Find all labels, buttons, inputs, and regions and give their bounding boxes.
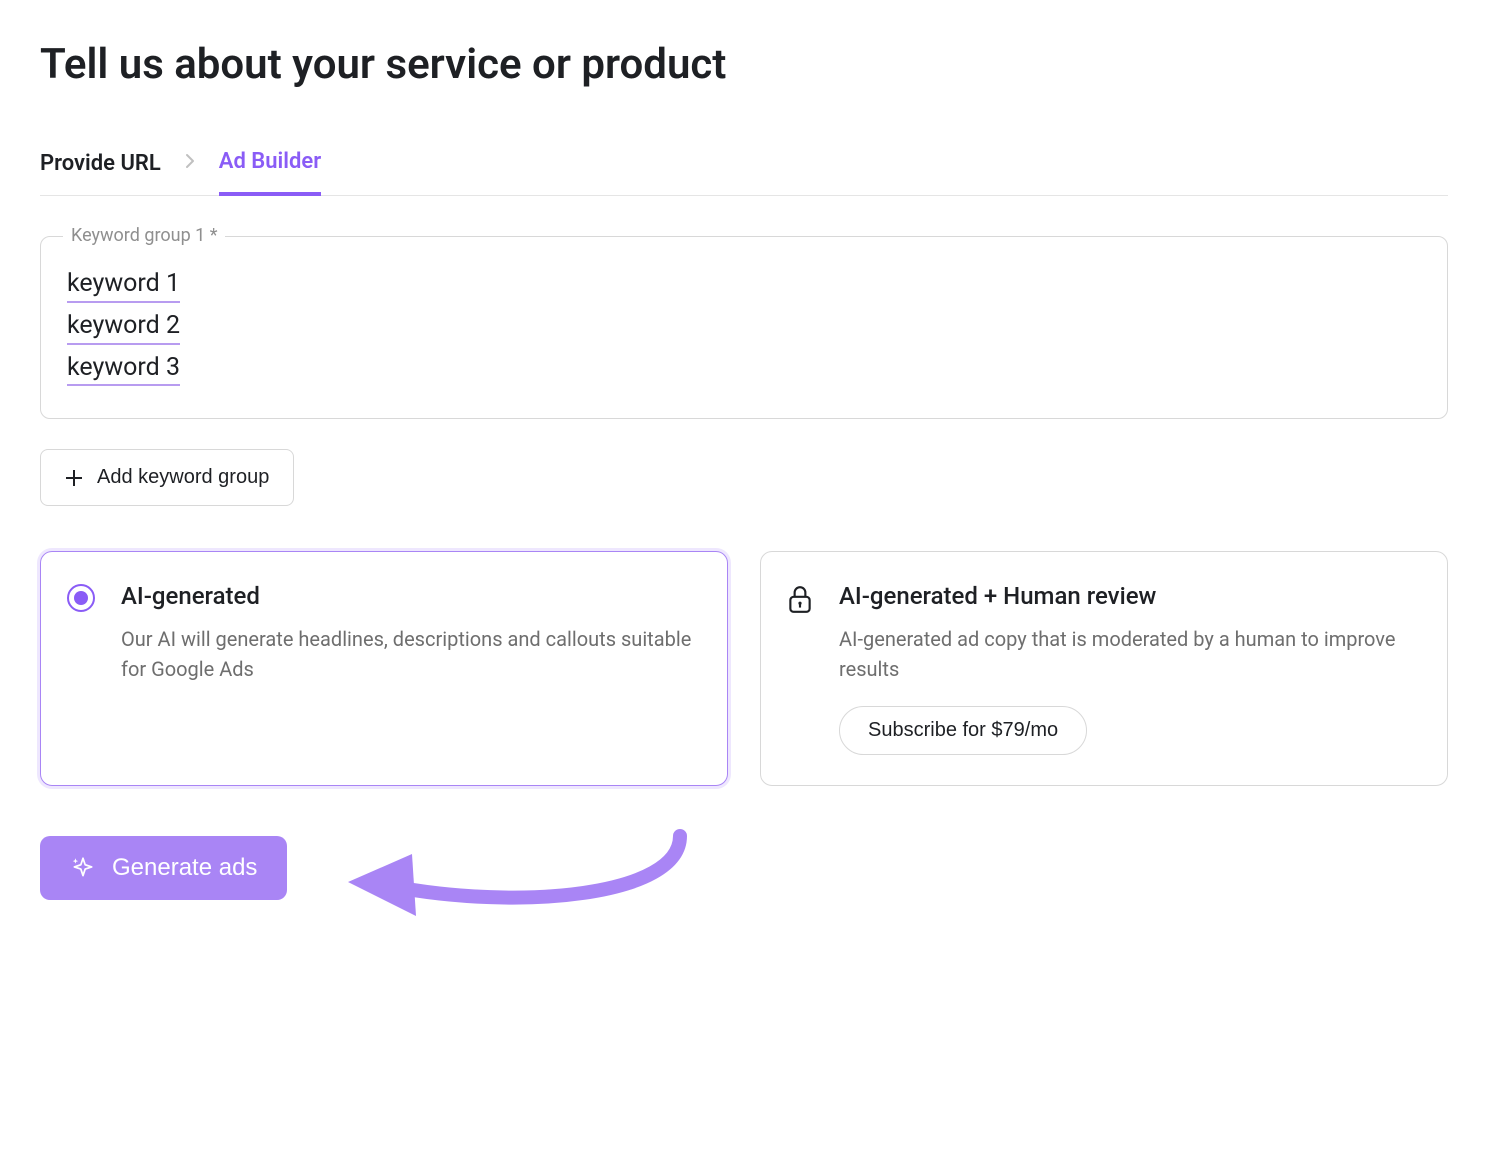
plus-icon — [65, 469, 83, 487]
tab-provide-url[interactable]: Provide URL — [40, 151, 161, 194]
page-title: Tell us about your service or product — [40, 40, 1448, 89]
tab-ad-builder[interactable]: Ad Builder — [219, 149, 321, 196]
keyword-line: keyword 1 — [67, 267, 180, 303]
option-human-description: AI-generated ad copy that is moderated b… — [839, 624, 1421, 684]
add-keyword-group-label: Add keyword group — [97, 466, 269, 489]
arrow-annotation-icon — [320, 816, 700, 936]
keyword-group-legend: Keyword group 1 * — [63, 225, 225, 246]
sparkle-icon — [70, 855, 96, 881]
option-human-title: AI-generated + Human review — [839, 582, 1421, 610]
option-ai-description: Our AI will generate headlines, descript… — [121, 624, 701, 684]
keyword-line: keyword 2 — [67, 309, 180, 345]
option-ai-title: AI-generated — [121, 582, 701, 610]
option-ai-generated[interactable]: AI-generated Our AI will generate headli… — [40, 551, 728, 786]
chevron-right-icon — [185, 153, 195, 192]
add-keyword-group-button[interactable]: Add keyword group — [40, 449, 294, 506]
subscribe-button[interactable]: Subscribe for $79/mo — [839, 706, 1087, 755]
generation-options: AI-generated Our AI will generate headli… — [40, 551, 1448, 786]
generate-ads-label: Generate ads — [112, 854, 257, 882]
tabs-bar: Provide URL Ad Builder — [40, 149, 1448, 196]
lock-icon — [787, 584, 813, 614]
generate-ads-button[interactable]: Generate ads — [40, 836, 287, 900]
keyword-group-fieldset[interactable]: Keyword group 1 * keyword 1 keyword 2 ke… — [40, 236, 1448, 419]
radio-selected-icon — [67, 584, 95, 612]
option-human-review[interactable]: AI-generated + Human review AI-generated… — [760, 551, 1448, 786]
keyword-line: keyword 3 — [67, 351, 180, 387]
